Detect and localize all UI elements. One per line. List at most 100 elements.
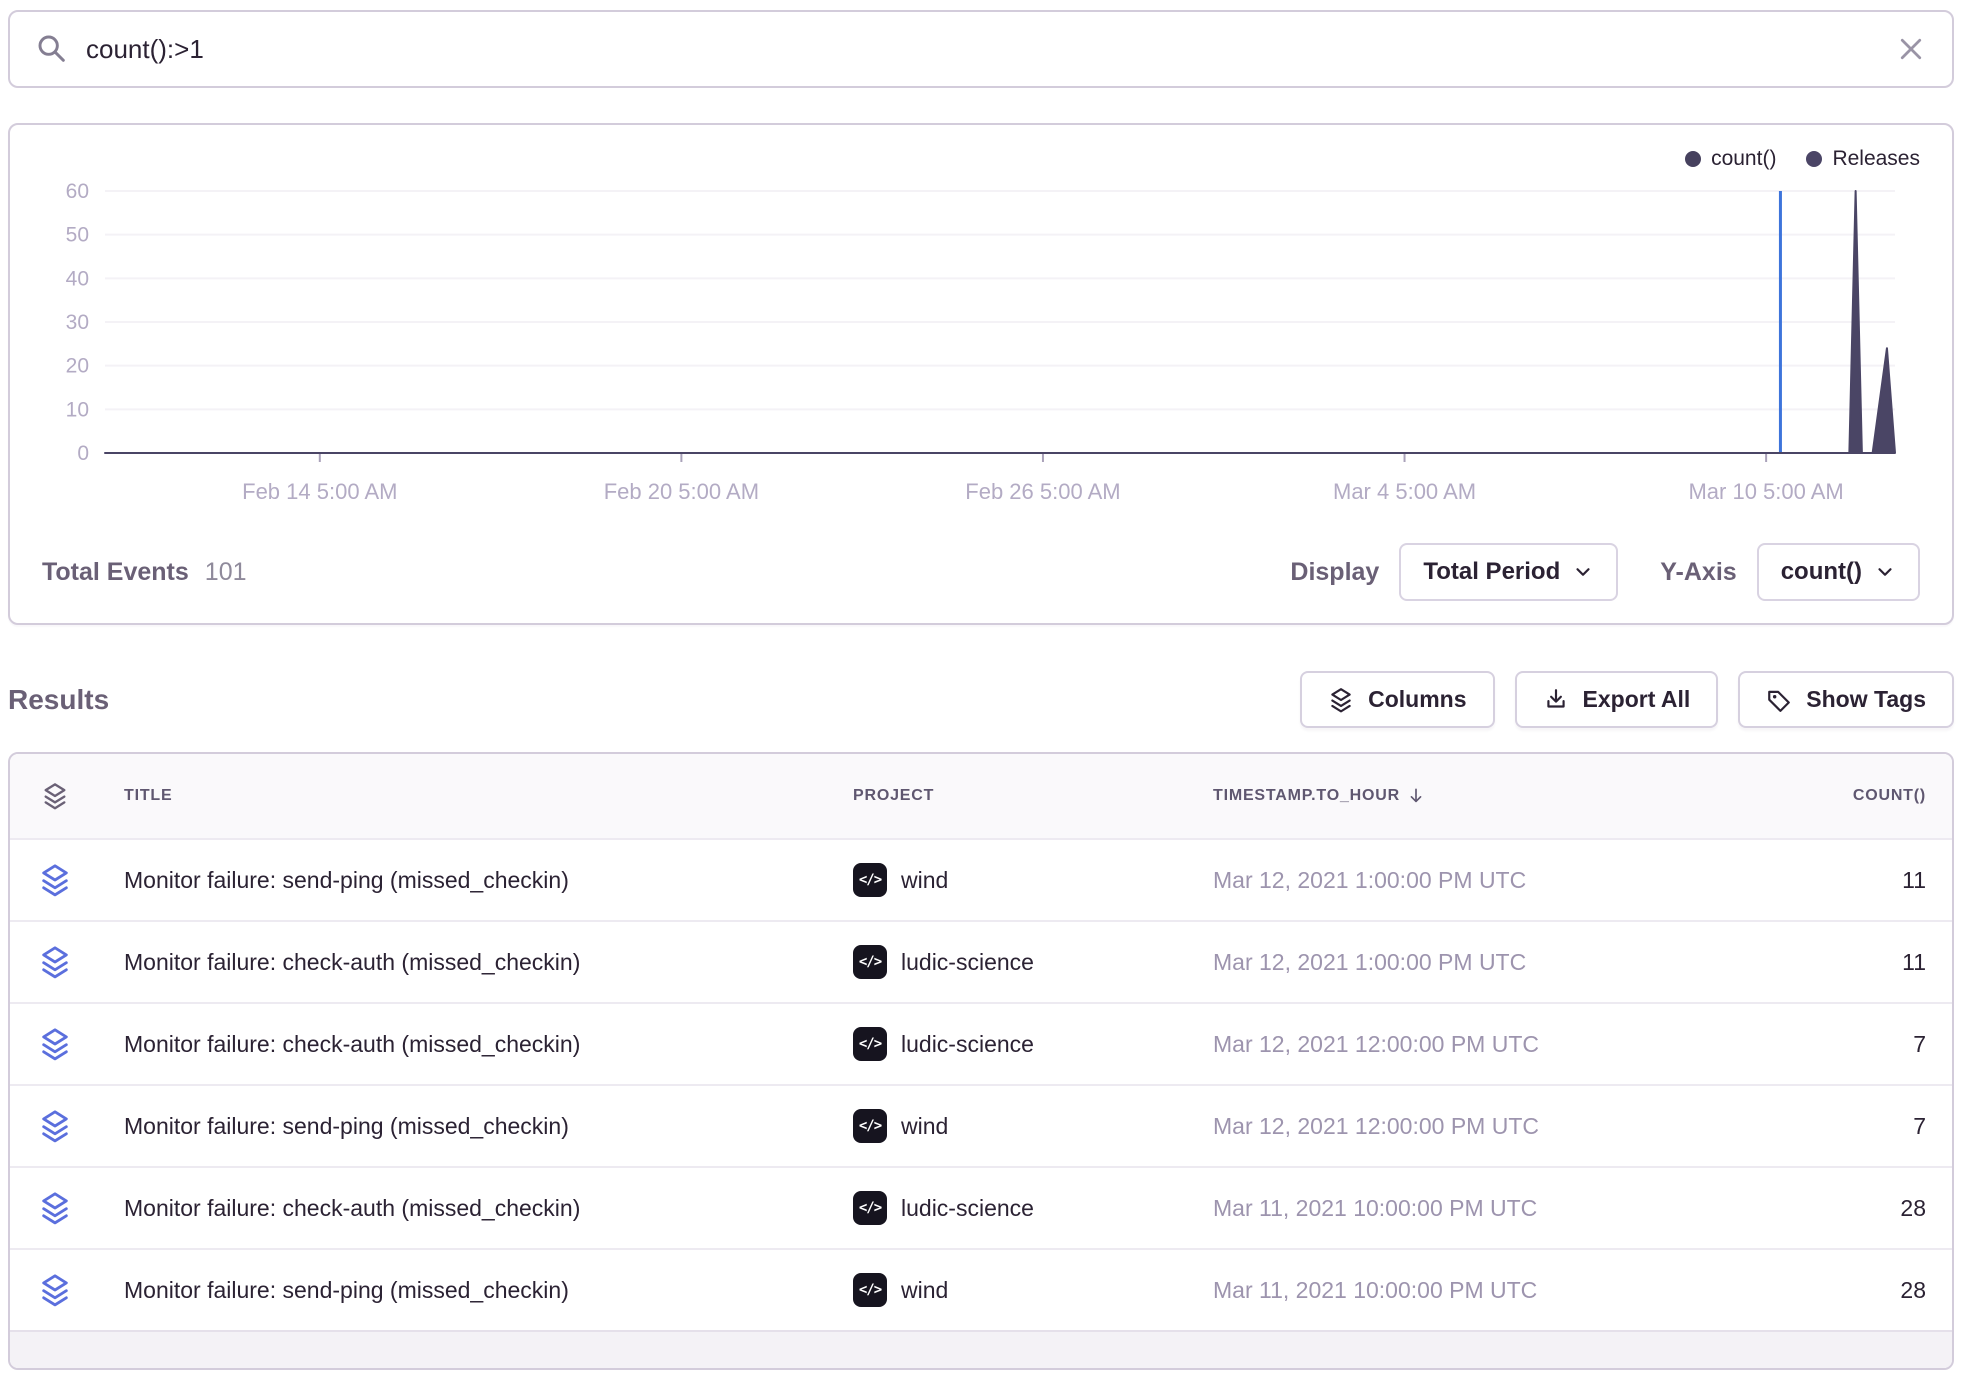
row-title[interactable]: Monitor failure: check-auth (missed_chec… — [100, 1195, 853, 1222]
column-header-count[interactable]: COUNT() — [1686, 787, 1952, 805]
project-platform-icon: </> — [853, 945, 887, 979]
show-tags-button[interactable]: Show Tags — [1738, 671, 1954, 728]
yaxis-select[interactable]: count() — [1757, 543, 1920, 601]
stack-column-header[interactable] — [10, 782, 100, 810]
table-header-row: TITLE PROJECT TIMESTAMP.TO_HOUR COUNT() — [10, 754, 1952, 838]
legend-label: Releases — [1832, 147, 1920, 171]
releases-legend-dot-icon — [1806, 151, 1822, 167]
row-timestamp: Mar 11, 2021 10:00:00 PM UTC — [1213, 1277, 1686, 1304]
table-row[interactable]: Monitor failure: send-ping (missed_check… — [10, 1084, 1952, 1166]
search-input[interactable] — [86, 34, 1896, 65]
row-title[interactable]: Monitor failure: send-ping (missed_check… — [100, 867, 853, 894]
project-platform-icon: </> — [853, 1273, 887, 1307]
project-platform-icon: </> — [853, 863, 887, 897]
svg-text:20: 20 — [66, 355, 89, 378]
stack-icon — [38, 1109, 72, 1143]
results-title: Results — [8, 684, 109, 716]
column-header-timestamp-label: TIMESTAMP.TO_HOUR — [1213, 787, 1400, 805]
row-timestamp: Mar 12, 2021 12:00:00 PM UTC — [1213, 1031, 1686, 1058]
events-chart-panel: count() Releases 0 10 20 30 40 50 60 Feb 14 5:0… — [8, 123, 1954, 625]
project-platform-icon: </> — [853, 1027, 887, 1061]
chevron-down-icon — [1874, 561, 1896, 583]
results-table: TITLE PROJECT TIMESTAMP.TO_HOUR COUNT() … — [8, 752, 1954, 1370]
discover-page: count() Releases 0 10 20 30 40 50 60 Feb 14 5:0… — [0, 0, 1962, 1370]
row-count: 7 — [1686, 1031, 1952, 1058]
svg-text:60: 60 — [66, 180, 89, 203]
stack-icon — [38, 1027, 72, 1061]
yaxis-select-value: count() — [1781, 558, 1862, 586]
svg-text:Mar 10 5:00 AM: Mar 10 5:00 AM — [1688, 479, 1843, 504]
column-header-timestamp[interactable]: TIMESTAMP.TO_HOUR — [1213, 786, 1686, 806]
row-project-name: ludic-science — [901, 949, 1034, 976]
table-body: Monitor failure: send-ping (missed_check… — [10, 838, 1952, 1330]
chart-legend: count() Releases — [1685, 147, 1920, 171]
download-icon — [1543, 687, 1569, 713]
stack-icon — [41, 782, 69, 810]
show-tags-button-label: Show Tags — [1806, 686, 1926, 713]
row-title[interactable]: Monitor failure: check-auth (missed_chec… — [100, 1031, 853, 1058]
export-all-button[interactable]: Export All — [1515, 671, 1719, 728]
table-footer — [10, 1330, 1952, 1368]
table-row[interactable]: Monitor failure: check-auth (missed_chec… — [10, 1166, 1952, 1248]
row-project-name: ludic-science — [901, 1031, 1034, 1058]
row-count: 28 — [1686, 1195, 1952, 1222]
display-select[interactable]: Total Period — [1399, 543, 1618, 601]
columns-button[interactable]: Columns — [1300, 671, 1494, 728]
svg-text:10: 10 — [66, 398, 89, 421]
row-timestamp: Mar 11, 2021 10:00:00 PM UTC — [1213, 1195, 1686, 1222]
chevron-down-icon — [1572, 561, 1594, 583]
tag-icon — [1766, 687, 1792, 713]
stack-icon — [38, 1191, 72, 1225]
row-title[interactable]: Monitor failure: check-auth (missed_chec… — [100, 949, 853, 976]
svg-text:40: 40 — [66, 267, 89, 290]
columns-button-label: Columns — [1368, 686, 1466, 713]
chart-footer: Total Events 101 Display Total Period Y-… — [10, 521, 1952, 623]
close-icon[interactable] — [1896, 34, 1926, 64]
project-platform-icon: </> — [853, 1191, 887, 1225]
search-icon — [36, 33, 68, 65]
total-events-value: 101 — [205, 558, 247, 587]
sort-arrow-down-icon — [1406, 786, 1426, 806]
svg-text:Feb 26 5:00 AM: Feb 26 5:00 AM — [965, 479, 1120, 504]
row-count: 11 — [1686, 949, 1952, 976]
row-project-name: ludic-science — [901, 1195, 1034, 1222]
legend-item-releases[interactable]: Releases — [1806, 147, 1920, 171]
stack-icon — [38, 863, 72, 897]
stack-icon — [38, 945, 72, 979]
row-project-name: wind — [901, 867, 948, 894]
row-title[interactable]: Monitor failure: send-ping (missed_check… — [100, 1277, 853, 1304]
table-row[interactable]: Monitor failure: send-ping (missed_check… — [10, 1248, 1952, 1330]
results-actions: Columns Export All Show Tags — [1300, 671, 1954, 728]
svg-text:Feb 20 5:00 AM: Feb 20 5:00 AM — [604, 479, 759, 504]
stack-icon — [1328, 687, 1354, 713]
row-count: 7 — [1686, 1113, 1952, 1140]
count-legend-dot-icon — [1685, 151, 1701, 167]
table-row[interactable]: Monitor failure: send-ping (missed_check… — [10, 838, 1952, 920]
svg-text:0: 0 — [77, 442, 89, 465]
stack-icon — [38, 1273, 72, 1307]
display-select-value: Total Period — [1423, 558, 1560, 586]
row-project-name: wind — [901, 1113, 948, 1140]
row-title[interactable]: Monitor failure: send-ping (missed_check… — [100, 1113, 853, 1140]
total-events-label: Total Events — [42, 558, 189, 587]
results-header: Results Columns Export All — [8, 671, 1954, 728]
row-project-name: wind — [901, 1277, 948, 1304]
row-count: 28 — [1686, 1277, 1952, 1304]
table-row[interactable]: Monitor failure: check-auth (missed_chec… — [10, 1002, 1952, 1084]
column-header-project[interactable]: PROJECT — [853, 787, 1213, 805]
svg-text:30: 30 — [66, 311, 89, 334]
svg-text:50: 50 — [66, 224, 89, 247]
table-row[interactable]: Monitor failure: check-auth (missed_chec… — [10, 920, 1952, 1002]
yaxis-label: Y-Axis — [1660, 558, 1736, 587]
legend-item-count[interactable]: count() — [1685, 147, 1776, 171]
project-platform-icon: </> — [853, 1109, 887, 1143]
display-label: Display — [1290, 558, 1379, 587]
row-timestamp: Mar 12, 2021 1:00:00 PM UTC — [1213, 949, 1686, 976]
export-all-button-label: Export All — [1583, 686, 1691, 713]
svg-text:Feb 14 5:00 AM: Feb 14 5:00 AM — [242, 479, 397, 504]
row-timestamp: Mar 12, 2021 12:00:00 PM UTC — [1213, 1113, 1686, 1140]
events-chart: 0 10 20 30 40 50 60 Feb 14 5:00 AM Feb 20 5:00 A… — [10, 125, 1952, 525]
search-bar — [8, 10, 1954, 88]
legend-label: count() — [1711, 147, 1776, 171]
column-header-title[interactable]: TITLE — [100, 787, 853, 805]
